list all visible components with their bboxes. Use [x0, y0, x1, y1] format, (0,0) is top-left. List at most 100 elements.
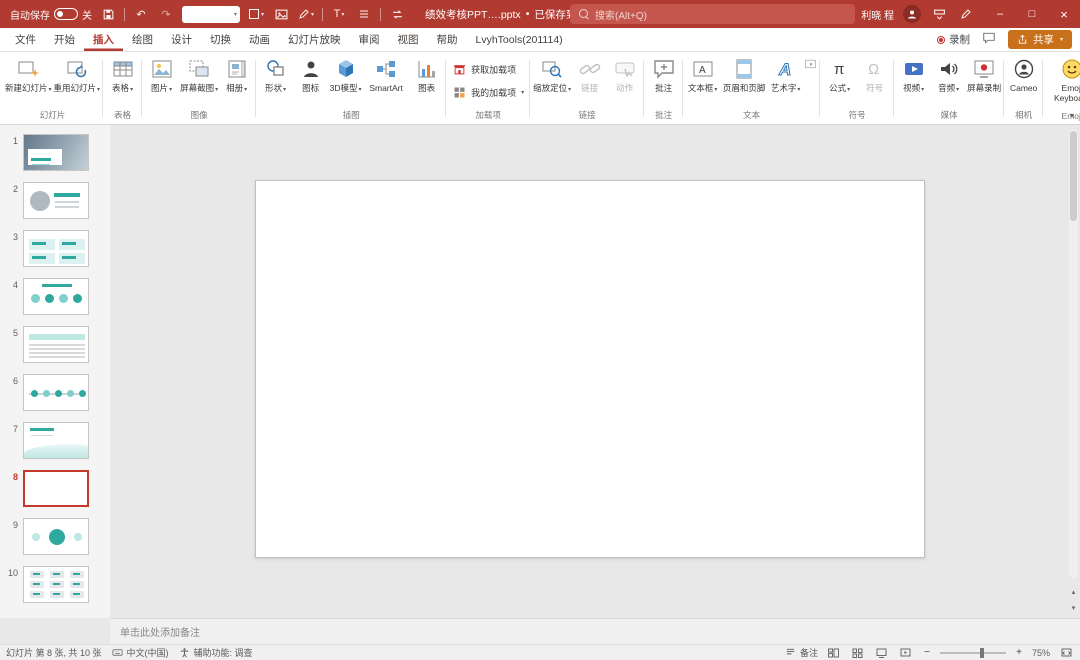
slide-item-9[interactable]: 9	[0, 518, 110, 555]
slide-item-2[interactable]: 2	[0, 182, 110, 219]
table-button[interactable]: 表格▾	[105, 53, 140, 94]
tab-addin-lvyhtools[interactable]: LvyhTools(201114)	[467, 28, 572, 51]
normal-view-button[interactable]	[826, 646, 842, 660]
save-icon[interactable]	[99, 5, 117, 23]
tab-view[interactable]: 视图	[389, 28, 428, 51]
collapse-ribbon-button[interactable]: ▾	[1070, 111, 1074, 120]
close-button[interactable]: ×	[1048, 0, 1080, 28]
screenshot-button[interactable]: 屏幕截图▾	[179, 53, 219, 94]
user-name[interactable]: 利晓 程	[861, 7, 894, 22]
scrollbar-thumb[interactable]	[1070, 131, 1077, 221]
slide-number-icon[interactable]: #	[803, 57, 818, 72]
tab-review[interactable]: 审阅	[350, 28, 389, 51]
smartart-button[interactable]: SmartArt	[363, 53, 409, 93]
icons-button[interactable]: 图标	[293, 53, 328, 93]
reading-view-button[interactable]	[874, 646, 890, 660]
slide-thumbnail-2[interactable]	[23, 182, 89, 219]
share-button[interactable]: 共享 ▾	[1007, 30, 1072, 49]
next-slide-button[interactable]: ▾	[1068, 601, 1079, 614]
qat-picture-icon[interactable]	[272, 5, 290, 23]
my-addins-button[interactable]: 我的加载项 ▾	[448, 82, 528, 103]
tab-file[interactable]: 文件	[6, 28, 45, 51]
tab-slideshow[interactable]: 幻灯片放映	[279, 28, 350, 51]
tab-design[interactable]: 设计	[162, 28, 201, 51]
zoom-button[interactable]: 缩放定位▾	[532, 53, 572, 94]
qat-swap-icon[interactable]	[388, 5, 406, 23]
slide-editing-surface[interactable]	[255, 180, 925, 558]
slide-thumbnail-6[interactable]	[23, 374, 89, 411]
slide-item-6[interactable]: 6	[0, 374, 110, 411]
screen-recording-button[interactable]: 屏幕录制	[966, 53, 1002, 93]
slide-item-5[interactable]: 5	[0, 326, 110, 363]
autosave-toggle[interactable]: 自动保存 关	[10, 7, 92, 22]
slide-item-3[interactable]: 3	[0, 230, 110, 267]
3d-models-button[interactable]: 3D模型▾	[328, 53, 363, 94]
slide-thumbnail-1[interactable]	[23, 134, 89, 171]
ink-pen-icon[interactable]	[957, 5, 975, 23]
zoom-in-button[interactable]: +	[1014, 647, 1024, 658]
new-comment-button[interactable]: 批注	[646, 53, 681, 93]
comments-panel-icon[interactable]	[982, 31, 996, 48]
accessibility-status[interactable]: 辅助功能: 调查	[179, 646, 253, 659]
pictures-button[interactable]: 图片▾	[144, 53, 179, 94]
wordart-button[interactable]: A 艺术字▾	[768, 53, 803, 94]
tab-help[interactable]: 帮助	[428, 28, 467, 51]
slide-item-7[interactable]: 7	[0, 422, 110, 459]
slide-thumbnail-5[interactable]	[23, 326, 89, 363]
qat-text-icon[interactable]: T ▾	[330, 5, 348, 23]
tab-insert[interactable]: 插入	[84, 28, 123, 51]
qat-shape-icon[interactable]: ▾	[247, 5, 265, 23]
slide-item-8[interactable]: 8	[0, 470, 110, 507]
notes-toggle-button[interactable]: 备注	[785, 646, 818, 659]
tab-animations[interactable]: 动画	[240, 28, 279, 51]
video-button[interactable]: 视频▾	[896, 53, 931, 94]
maximize-button[interactable]: □	[1016, 0, 1048, 28]
reuse-slides-button[interactable]: 重用幻灯片▾	[53, 53, 102, 94]
slide-thumbnail-10[interactable]	[23, 566, 89, 603]
chart-button[interactable]: 图表	[409, 53, 444, 93]
quick-style-combobox[interactable]: ▾	[182, 5, 240, 23]
photo-album-button[interactable]: 相册▾	[219, 53, 254, 94]
language-status[interactable]: 中文(中国)	[112, 646, 169, 659]
qat-list-icon[interactable]	[355, 5, 373, 23]
record-button[interactable]: 录制	[936, 32, 970, 47]
fit-slide-to-window-button[interactable]	[1058, 646, 1074, 660]
vertical-scrollbar[interactable]	[1069, 129, 1078, 578]
shapes-button[interactable]: 形状▾	[258, 53, 293, 94]
slide-thumbnail-8-selected[interactable]	[23, 470, 89, 507]
qat-pen-icon[interactable]: ▾	[297, 5, 315, 23]
tab-home[interactable]: 开始	[45, 28, 84, 51]
new-slide-button[interactable]: 新建幻灯片▾	[4, 53, 53, 94]
redo-icon[interactable]: ↷	[157, 5, 175, 23]
slide-thumbnail-3[interactable]	[23, 230, 89, 267]
tab-transitions[interactable]: 切换	[201, 28, 240, 51]
slide-item-4[interactable]: 4	[0, 278, 110, 315]
slide-thumbnail-7[interactable]	[23, 422, 89, 459]
get-addins-button[interactable]: 获取加载项	[448, 59, 520, 80]
slide-item-1[interactable]: 1	[0, 134, 110, 171]
equation-button[interactable]: π 公式▾	[822, 53, 857, 94]
emoji-keyboard-button[interactable]: Emoji Keyboard	[1045, 53, 1080, 103]
cameo-button[interactable]: Cameo	[1006, 53, 1041, 93]
slide-item-10[interactable]: 10	[0, 566, 110, 603]
ribbon-display-options-icon[interactable]	[930, 5, 948, 23]
zoom-slider[interactable]	[939, 647, 1006, 658]
slideshow-view-button[interactable]	[898, 646, 914, 660]
audio-button[interactable]: 音频▾	[931, 53, 966, 94]
header-footer-button[interactable]: 页眉和页脚	[720, 53, 768, 93]
slide-sorter-view-button[interactable]	[850, 646, 866, 660]
user-avatar[interactable]	[903, 5, 921, 23]
undo-icon[interactable]: ↶	[132, 5, 150, 23]
slide-thumbnail-4[interactable]	[23, 278, 89, 315]
slide-thumbnail-9[interactable]	[23, 518, 89, 555]
zoom-percent[interactable]: 75%	[1032, 648, 1050, 658]
text-box-button[interactable]: A 文本框▾	[685, 53, 720, 94]
minimize-button[interactable]: –	[984, 0, 1016, 28]
previous-slide-button[interactable]: ▴	[1068, 585, 1079, 598]
zoom-out-button[interactable]: −	[922, 647, 932, 658]
notes-pane[interactable]: 单击此处添加备注	[110, 618, 1080, 644]
slide-counter[interactable]: 幻灯片 第 8 张, 共 10 张	[6, 646, 102, 659]
tab-draw[interactable]: 绘图	[123, 28, 162, 51]
zoom-slider-thumb[interactable]	[979, 647, 984, 658]
search-box[interactable]: 搜索(Alt+Q)	[570, 4, 855, 24]
